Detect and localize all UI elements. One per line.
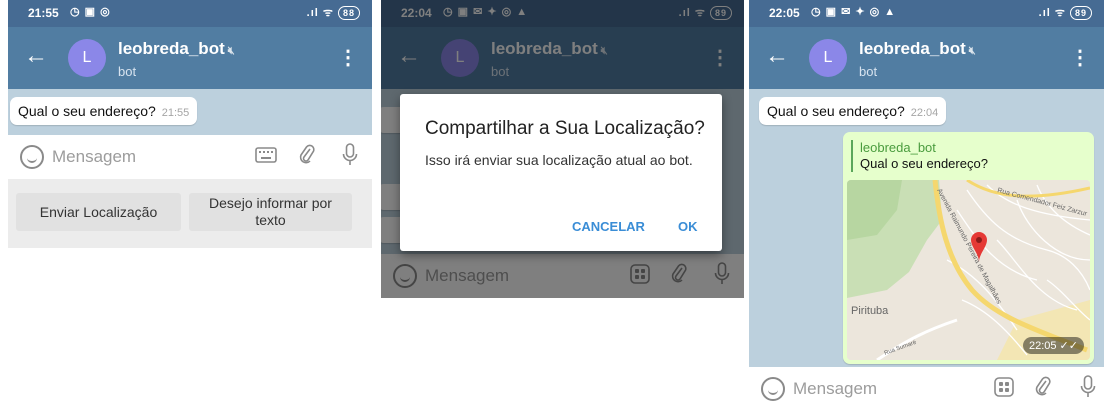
muted-icon: 🔇︎ [968, 45, 976, 57]
status-bar: 21:55 ◷ ▣ ◎ .ıl ᯤ 88 [8, 0, 372, 27]
bot-commands-icon[interactable] [994, 377, 1014, 403]
signal-wifi-icon: .ıl ᯤ [1038, 7, 1066, 19]
share-location-dialog: Compartilhar a Sua Localização? Isso irá… [400, 94, 722, 251]
message-input-bar: Mensagem [749, 367, 1104, 410]
bot-keyboard: Enviar Localização Desejo informar por t… [8, 179, 372, 248]
more-menu-icon[interactable]: ⋮ [338, 45, 358, 70]
chat-title[interactable]: leobreda_bot🔇︎ [118, 39, 235, 59]
message-input[interactable]: Mensagem [793, 379, 877, 399]
reply-quote[interactable]: leobreda_bot Qual o seu endereço? [851, 140, 988, 172]
message-text: Qual o seu endereço? [767, 103, 905, 119]
ok-button[interactable]: OK [678, 219, 698, 234]
reply-quote-text: Qual o seu endereço? [860, 156, 988, 171]
chat-area: Qual o seu endereço? 21:55 [8, 89, 372, 135]
notification-icons: ◷ ▣ ◎ [70, 6, 111, 18]
inform-by-text-line1: Desejo informar por [209, 195, 332, 211]
notification-icons: ◷ ▣ ✉ ✦ ◎ ▲ [811, 6, 897, 18]
message-time: 21:55 [161, 107, 190, 119]
app-bar: ← L leobreda_bot🔇︎ bot ⋮ [8, 27, 372, 89]
location-message-bubble[interactable]: leobreda_bot Qual o seu endereço? Rua Co… [843, 132, 1094, 364]
status-time: 22:05 [769, 6, 800, 20]
location-map[interactable]: Rua Comendador Feiz Zarzur Avenida Raimu… [847, 180, 1090, 360]
app-bar: ← L leobreda_bot🔇︎ bot ⋮ [749, 27, 1104, 89]
screen-2: 22:04 ◷ ▣ ✉ ✦ ◎ ▲ .ıl ᯤ 89 ← L leobreda_… [381, 0, 744, 298]
more-menu-icon[interactable]: ⋮ [1070, 45, 1090, 70]
chat-title-text: leobreda_bot [859, 39, 966, 58]
chat-title-text: leobreda_bot [118, 39, 225, 58]
message-bubble[interactable]: Qual o seu endereço? 21:55 [10, 97, 198, 125]
cancel-button[interactable]: CANCELAR [572, 219, 645, 234]
dialog-title: Compartilhar a Sua Localização? [425, 118, 705, 139]
reply-quote-author: leobreda_bot [860, 140, 936, 155]
message-bubble[interactable]: Qual o seu endereço? 22:04 [759, 97, 947, 125]
back-arrow-icon[interactable]: ← [765, 42, 789, 70]
signal-wifi-icon: .ıl ᯤ [306, 7, 334, 19]
microphone-icon[interactable] [342, 143, 358, 173]
muted-icon: 🔇︎ [227, 45, 235, 57]
status-bar: 22:05 ◷ ▣ ✉ ✦ ◎ ▲ .ıl ᯤ 89 [749, 0, 1104, 27]
avatar[interactable]: L [68, 39, 106, 77]
battery-icon: 89 [1069, 6, 1092, 20]
send-location-button[interactable]: Enviar Localização [16, 193, 181, 231]
message-time: 22:05 ✓✓ [1022, 337, 1084, 354]
attach-icon[interactable] [1034, 375, 1052, 403]
screen-3: 22:05 ◷ ▣ ✉ ✦ ◎ ▲ .ıl ᯤ 89 ← L leobreda_… [749, 0, 1104, 410]
chat-subtitle: bot [859, 64, 878, 79]
chat-subtitle: bot [118, 64, 137, 79]
emoji-icon[interactable] [20, 145, 44, 169]
avatar[interactable]: L [809, 39, 847, 77]
inform-by-text-line2: texto [255, 212, 286, 228]
map-label-pirituba: Pirituba [851, 305, 889, 317]
inform-by-text-button[interactable]: Desejo informar por texto [189, 193, 352, 231]
chat-title[interactable]: leobreda_bot🔇︎ [859, 39, 976, 59]
message-input-bar: Mensagem [8, 135, 372, 179]
battery-icon: 88 [337, 6, 360, 20]
message-time: 22:04 [910, 107, 939, 119]
message-input[interactable]: Mensagem [52, 147, 136, 167]
keyboard-icon[interactable] [255, 146, 277, 169]
back-arrow-icon[interactable]: ← [24, 42, 48, 70]
status-right: .ıl ᯤ 88 [307, 5, 360, 20]
dialog-body: Isso irá enviar sua localização atual ao… [425, 152, 693, 168]
status-right: .ıl ᯤ 89 [1039, 5, 1092, 20]
emoji-icon[interactable] [761, 377, 785, 401]
status-time: 21:55 [28, 6, 59, 20]
attach-icon[interactable] [298, 143, 316, 171]
screen-1: 21:55 ◷ ▣ ◎ .ıl ᯤ 88 ← L leobreda_bot 🔇︎ … [8, 0, 372, 248]
map-image: Rua Comendador Feiz Zarzur Avenida Raimu… [847, 180, 1090, 360]
microphone-icon[interactable] [1080, 375, 1096, 405]
message-text: Qual o seu endereço? [18, 103, 156, 119]
